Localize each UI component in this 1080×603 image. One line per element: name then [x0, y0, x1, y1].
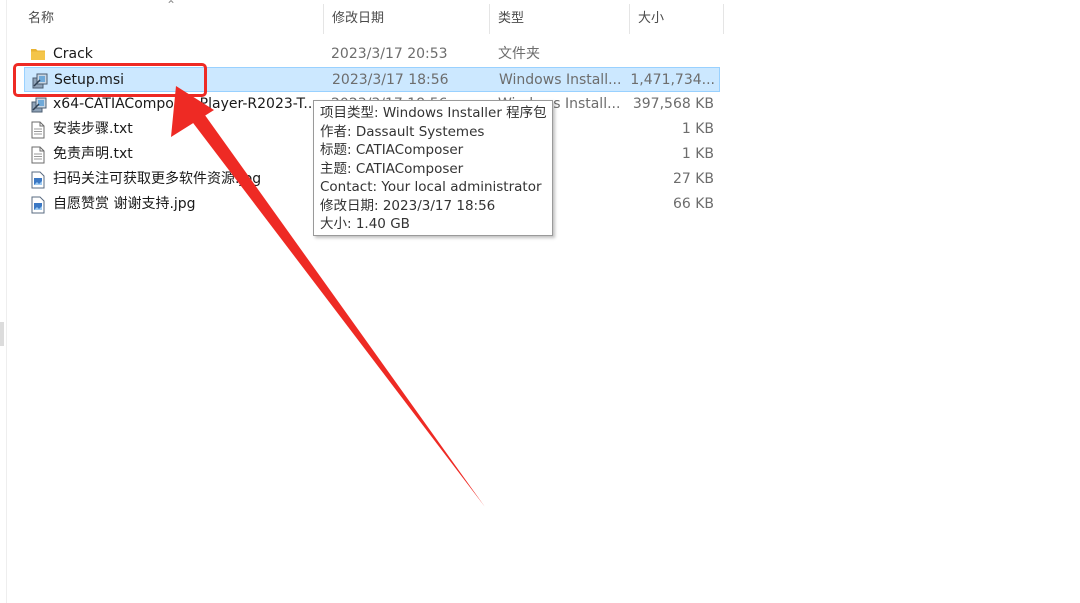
annotation-arrow: [171, 86, 485, 507]
annotation-arrow-shaft: [184, 104, 485, 507]
